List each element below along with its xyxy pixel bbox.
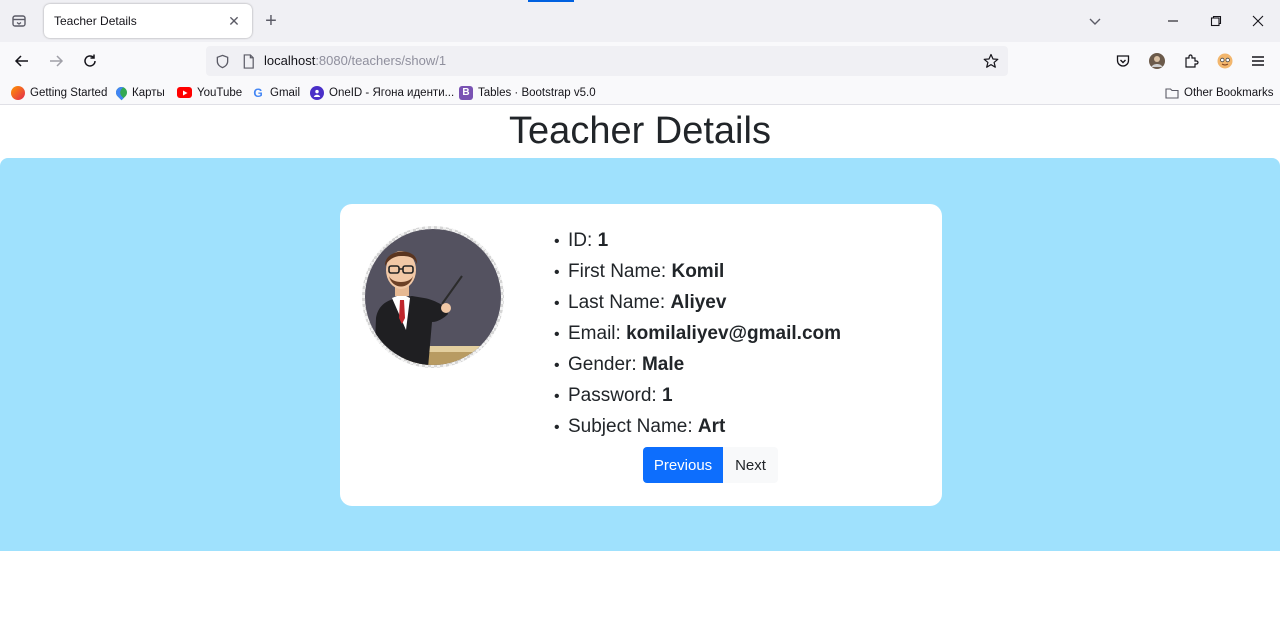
tab-title: Teacher Details	[54, 14, 137, 28]
bookmark-maps[interactable]: Карты	[113, 84, 165, 101]
chevron-down-icon[interactable]	[1084, 10, 1106, 32]
page-title: Teacher Details	[509, 110, 771, 152]
url-text[interactable]: localhost:8080/teachers/show/1	[264, 53, 446, 68]
field-label: First Name:	[568, 261, 667, 282]
forward-arrow-icon[interactable]	[44, 49, 68, 73]
bookmarks-toolbar: Getting Started Карты YouTube G Gmail On…	[0, 80, 1280, 105]
pocket-icon[interactable]	[1111, 49, 1135, 73]
bookmark-label: Карты	[132, 86, 165, 99]
bookmark-youtube[interactable]: YouTube	[177, 84, 242, 101]
field-value: Male	[641, 354, 685, 375]
bookmark-getting-started[interactable]: Getting Started	[11, 84, 107, 101]
maps-pin-icon	[113, 84, 130, 101]
browser-tab-active[interactable]: Teacher Details ✕	[44, 4, 252, 38]
next-button[interactable]: Next	[723, 447, 778, 483]
field-value: Komil	[671, 261, 725, 282]
profile-emoji-icon[interactable]	[1213, 49, 1237, 73]
account-avatar-icon[interactable]	[1145, 49, 1169, 73]
bookmark-star-icon[interactable]	[983, 53, 999, 69]
tab-strip: Teacher Details ✕ +	[0, 0, 1280, 42]
bookmark-gmail[interactable]: G Gmail	[251, 84, 300, 101]
minimize-icon[interactable]	[1162, 10, 1184, 32]
google-icon: G	[253, 85, 263, 100]
field-label: Email:	[568, 323, 621, 344]
field-label: ID:	[568, 230, 593, 251]
hero-section: ID: 1 First Name: Komil Last Name: Aliye…	[0, 158, 1280, 551]
page-icon[interactable]	[240, 53, 256, 69]
url-host: localhost	[264, 53, 316, 68]
bookmark-label: OneID - Ягона иденти...	[329, 86, 455, 99]
tab-loading-indicator	[528, 0, 574, 2]
close-window-icon[interactable]	[1247, 10, 1269, 32]
field-value: 1	[597, 230, 609, 251]
bookmark-label: YouTube	[197, 86, 243, 99]
back-arrow-icon[interactable]	[10, 49, 34, 73]
bookmark-label: Gmail	[270, 86, 301, 99]
detail-id: ID: 1	[554, 226, 841, 257]
oneid-icon	[310, 85, 324, 100]
url-bar[interactable]: localhost:8080/teachers/show/1	[206, 46, 1008, 76]
reload-icon[interactable]	[78, 49, 102, 73]
bootstrap-icon: B	[459, 85, 473, 100]
detail-email: Email: komilaliyev@gmail.com	[554, 319, 841, 350]
teacher-card: ID: 1 First Name: Komil Last Name: Aliye…	[340, 204, 942, 506]
detail-gender: Gender: Male	[554, 350, 841, 381]
detail-password: Password: 1	[554, 381, 841, 412]
url-path: :8080/teachers/show/1	[315, 53, 447, 68]
close-tab-icon[interactable]: ✕	[226, 13, 242, 29]
firefox-icon	[11, 85, 25, 100]
bookmark-bootstrap-tables[interactable]: B Tables · Bootstrap v5.0	[459, 84, 596, 101]
field-value: 1	[661, 385, 673, 406]
folder-icon	[1165, 86, 1179, 100]
navigation-toolbar: localhost:8080/teachers/show/1	[0, 42, 1280, 80]
field-label: Last Name:	[568, 292, 666, 313]
detail-subject-name: Subject Name: Art	[554, 412, 841, 443]
detail-last-name: Last Name: Aliyev	[554, 288, 841, 319]
pagination: Previous Next	[643, 447, 778, 483]
bookmark-oneid[interactable]: OneID - Ягона иденти...	[310, 84, 454, 101]
field-label: Gender:	[568, 354, 637, 375]
tab-list-icon[interactable]	[8, 10, 30, 32]
bookmark-label: Tables · Bootstrap v5.0	[478, 86, 596, 99]
field-label: Password:	[568, 385, 657, 406]
shield-icon[interactable]	[214, 53, 230, 69]
bookmark-label: Getting Started	[30, 86, 108, 99]
field-value: Art	[697, 416, 726, 437]
field-value: komilaliyev@gmail.com	[626, 323, 842, 344]
menu-hamburger-icon[interactable]	[1246, 49, 1270, 73]
previous-button[interactable]: Previous	[643, 447, 723, 483]
field-label: Subject Name:	[568, 416, 693, 437]
other-bookmarks[interactable]: Other Bookmarks	[1165, 84, 1273, 101]
teacher-details-list: ID: 1 First Name: Komil Last Name: Aliye…	[554, 226, 841, 443]
youtube-icon	[177, 87, 192, 98]
detail-first-name: First Name: Komil	[554, 257, 841, 288]
new-tab-button[interactable]: +	[260, 10, 282, 32]
extensions-icon[interactable]	[1179, 49, 1203, 73]
field-value: Aliyev	[670, 292, 727, 313]
bookmark-label: Other Bookmarks	[1184, 86, 1274, 99]
teacher-avatar	[362, 226, 504, 368]
restore-icon[interactable]	[1205, 10, 1227, 32]
